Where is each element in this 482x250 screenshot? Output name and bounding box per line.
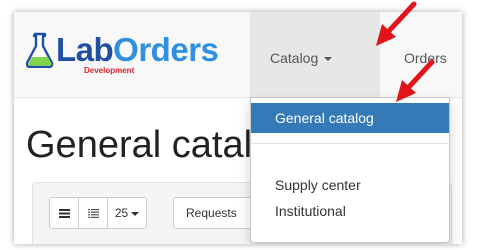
catalog-dropdown-menu: General catalog Supply center Institutio… (250, 97, 450, 243)
caret-down-icon (324, 57, 333, 62)
brand-name: LabOrders (56, 30, 219, 70)
nav-catalog-label: Catalog (270, 50, 319, 66)
page-size-value: 25 (114, 206, 129, 220)
list-view-button[interactable] (49, 197, 79, 229)
dropdown-divider (251, 143, 449, 144)
thick-list-icon (58, 209, 70, 219)
annotation-arrow-icon (396, 59, 435, 102)
dropdown-item-general-catalog[interactable]: General catalog (251, 103, 449, 133)
caret-down-icon (131, 211, 140, 216)
brand-lab: Lab (56, 31, 114, 68)
brand-subtitle: Development (84, 66, 135, 75)
brand-logo[interactable]: LabOrders Development (26, 30, 256, 80)
page-size-dropdown[interactable]: 25 (107, 197, 147, 229)
brand-orders: Orders (113, 31, 219, 68)
flask-icon (26, 32, 54, 68)
nav-catalog[interactable]: Catalog (250, 12, 380, 98)
thin-list-icon (87, 209, 99, 219)
dropdown-item-institutional[interactable]: Institutional (251, 196, 449, 226)
annotation-arrow-icon (376, 1, 417, 46)
compact-list-button[interactable] (78, 197, 108, 229)
